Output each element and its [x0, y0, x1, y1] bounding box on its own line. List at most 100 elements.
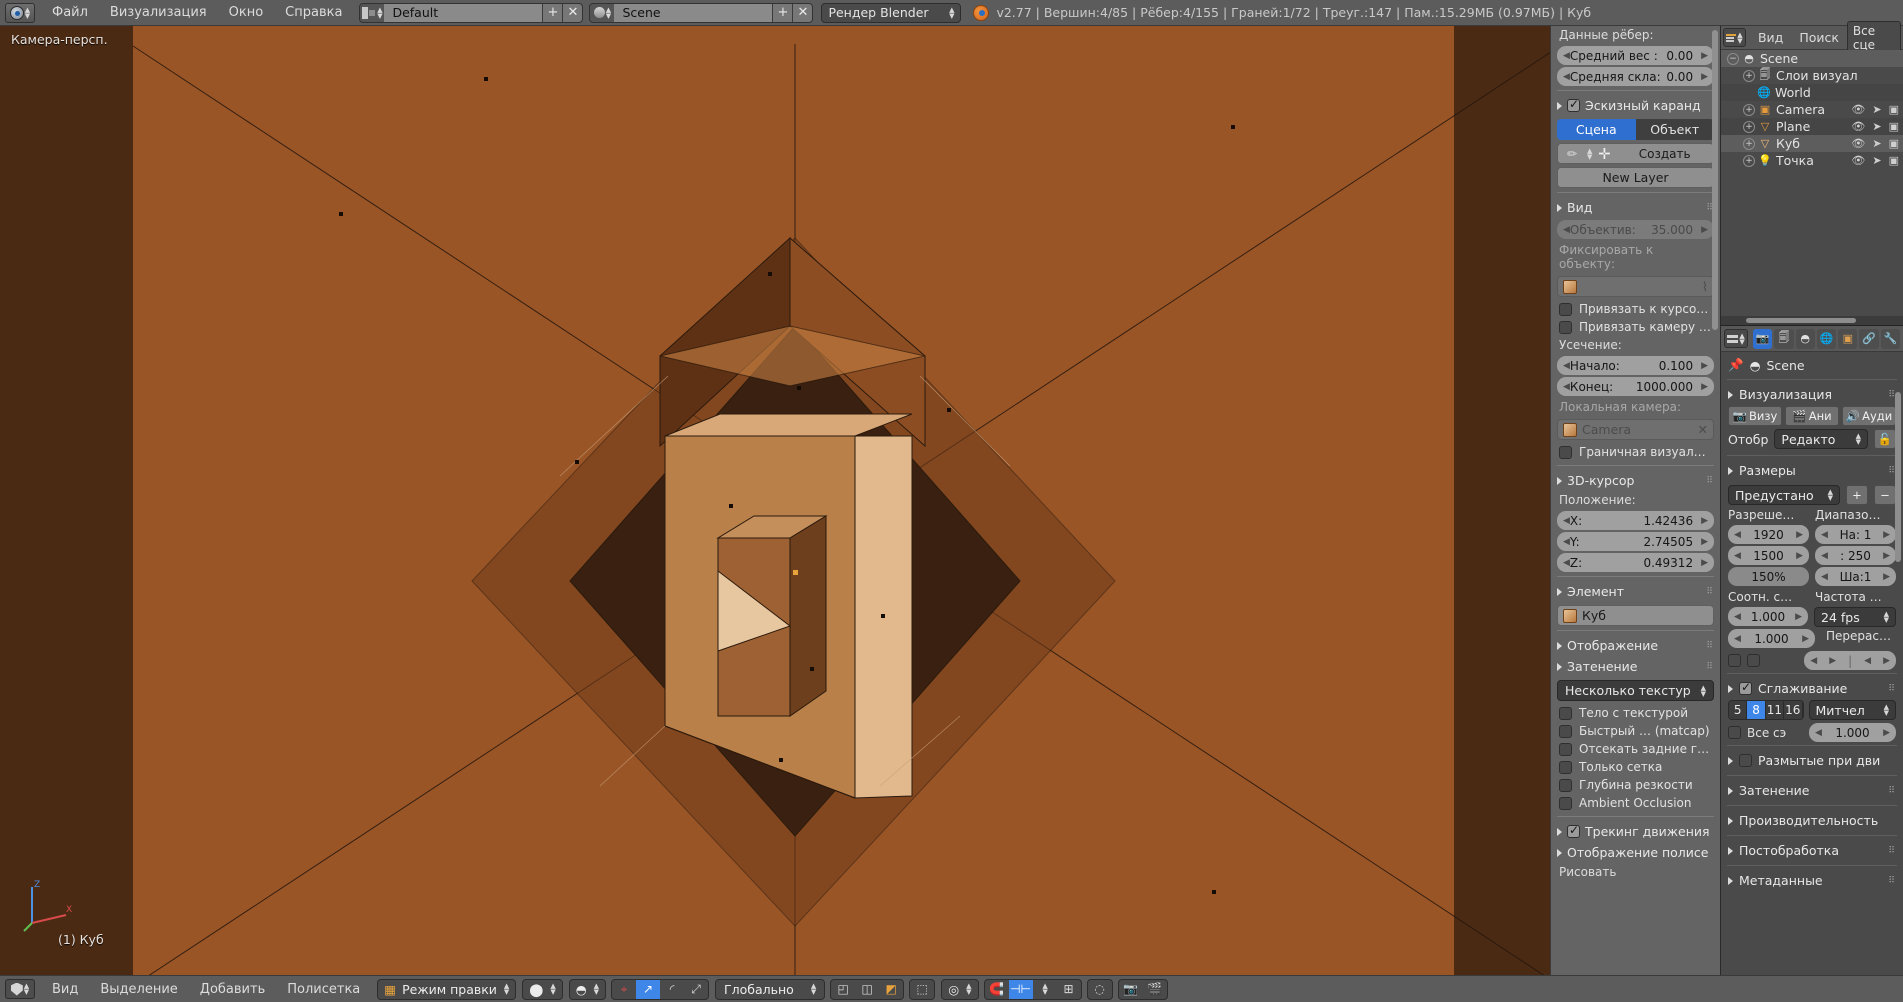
editor-type-icon[interactable]: ▲ ▼ [1723, 28, 1746, 47]
item-name-field[interactable]: Куб [1557, 605, 1714, 626]
render-animation-icon[interactable]: 🎬 [1143, 980, 1167, 999]
clip-end-field[interactable]: ◀ Конец: 1000.000 ▶ [1557, 377, 1714, 396]
menu-file[interactable]: Файл [41, 2, 99, 23]
render-buttons-row[interactable]: 📷 Визу 🎬 Ани 🔊 Ауди [1721, 406, 1903, 426]
expand-icon[interactable]: + [1743, 154, 1755, 167]
eyedropper-icon[interactable]: ⌇ [1702, 279, 1708, 294]
expand-icon[interactable]: + [1743, 120, 1755, 133]
lock-object-field[interactable]: ⌇ [1557, 276, 1714, 297]
performance-section-header[interactable]: Производительность [1721, 809, 1903, 832]
backface-culling-checkbox[interactable] [1559, 742, 1572, 756]
footer-menu-add[interactable]: Добавить [189, 979, 276, 1000]
lock-camera-row[interactable]: Привязать камеру … [1551, 318, 1720, 336]
outliner-row-lamp[interactable]: + 💡 Точка 👁 ➤ ▣ [1721, 152, 1903, 169]
render-preset-dropdown[interactable]: Предустано ▲ ▼ [1728, 485, 1840, 505]
screen-layout-selector[interactable]: ▲ ▼ Default + ✕ [359, 2, 584, 23]
pencil-icon[interactable]: ✏ [1558, 147, 1586, 161]
shading-section-header[interactable]: Затенение ⠿ [1551, 656, 1720, 677]
outliner-restrict-toggles[interactable]: 👁 ➤ ▣ [1851, 154, 1903, 167]
outliner-restrict-toggles[interactable]: 👁 ➤ ▣ [1851, 120, 1903, 133]
aa-samples-row[interactable]: 5 8 11 16 Митчел ▲ ▼ [1721, 700, 1903, 720]
delete-screen-layout-button[interactable]: ✕ [562, 3, 583, 22]
cursor-arrow-icon[interactable]: ➤ [1872, 154, 1881, 167]
aspect-x-field[interactable]: ◀ 1.000 ▶ [1728, 607, 1808, 626]
cursor-arrow-icon[interactable]: ➤ [1872, 120, 1881, 133]
tab-modifiers[interactable]: 🔧 [1880, 328, 1900, 349]
remove-preset-button[interactable]: − [1874, 485, 1896, 505]
snap-element-icon[interactable]: ⊞ [1057, 980, 1081, 999]
camera-restrict-icon[interactable]: ▣ [1889, 154, 1899, 167]
occlude-geometry-icon[interactable]: ⬚ [910, 980, 934, 999]
expand-icon[interactable]: + [1743, 69, 1755, 82]
outliner-tree[interactable]: − ◓ Scene + 🗐 Слои визуал 🌐 World + ▣ Ca… [1721, 50, 1903, 316]
collapse-icon[interactable]: − [1727, 52, 1739, 65]
interaction-mode-dropdown[interactable]: ▦ Режим правки ▲ ▼ [377, 978, 517, 1000]
eye-icon[interactable]: 👁 [1851, 103, 1865, 116]
lens-field[interactable]: ◀ Объектив: 35.000 ▶ [1557, 220, 1714, 239]
antialiasing-section-header[interactable]: Сглаживание ⠿ [1721, 677, 1903, 700]
postprocessing-section-header[interactable]: Постобработка ⠿ [1721, 839, 1903, 862]
motion-blur-section-header[interactable]: Размытые при дви [1721, 749, 1903, 772]
outliner-restrict-toggles[interactable]: 👁 ➤ ▣ [1851, 103, 1903, 116]
shading-option-textured-solid[interactable]: Тело с текстурой [1551, 704, 1720, 722]
mesh-display-header[interactable]: Отображение полисе [1551, 842, 1720, 863]
crop-checkbox[interactable] [1747, 654, 1760, 667]
lock-to-cursor-checkbox[interactable] [1559, 302, 1572, 316]
shading-option-only-render[interactable]: Только сетка [1551, 758, 1720, 776]
metadata-section-header[interactable]: Метаданные ⠿ [1721, 869, 1903, 892]
ao-checkbox[interactable] [1559, 796, 1572, 810]
outliner-menu-view[interactable]: Вид [1750, 28, 1791, 47]
scene-name-value[interactable]: Scene [614, 3, 773, 22]
lock-camera-checkbox[interactable] [1559, 320, 1572, 334]
motion-tracking-checkbox[interactable] [1567, 823, 1580, 838]
plus-icon[interactable]: ✛ [1592, 145, 1616, 163]
lock-to-cursor-row[interactable]: Привязать к курсо… [1551, 300, 1720, 318]
aa-filter-dropdown[interactable]: Митчел ▲ ▼ [1808, 700, 1896, 720]
preset-row[interactable]: Предустано ▲ ▼ + − [1721, 482, 1903, 508]
grease-pencil-tabs[interactable]: Сцена Объект [1557, 119, 1714, 140]
camera-restrict-icon[interactable]: ▣ [1889, 120, 1899, 133]
mesh-select-mode-group[interactable]: ◰ ◫ ◩ [830, 978, 905, 1000]
aspect-y-remap-row[interactable]: ◀ 1.000 ▶ Перерас… [1721, 629, 1903, 648]
scale-manipulator-icon[interactable]: ⤢ [684, 980, 708, 999]
cursor3d-header[interactable]: 3D-курсор ⠿ [1551, 470, 1720, 491]
transform-orientation-dropdown[interactable]: Глобально ▲ ▼ [715, 978, 826, 1000]
view-section-header[interactable]: Вид ⠿ [1551, 197, 1720, 218]
shading-mode-dropdown[interactable]: Несколько текстур ▲ ▼ [1557, 680, 1714, 701]
tab-render-layers[interactable]: 🗐 [1774, 328, 1794, 349]
item-section-header[interactable]: Элемент ⠿ [1551, 581, 1720, 602]
eye-icon[interactable]: 👁 [1851, 154, 1865, 167]
screen-layout-value[interactable]: Default [384, 3, 543, 22]
resolution-and-range-row2[interactable]: ◀ 1500 ▶ ◀: 250 ▶ [1721, 546, 1903, 565]
add-screen-layout-button[interactable]: + [542, 3, 563, 22]
editor-type-selector[interactable]: ▲ ▼ [5, 979, 35, 999]
snap-arrows-icon[interactable]: ▲ ▼ [1033, 980, 1057, 999]
resolution-x-field[interactable]: ◀ 1920 ▶ [1728, 525, 1809, 544]
render-section-header[interactable]: Визуализация ⠿ [1721, 383, 1903, 406]
display-mode-dropdown[interactable]: Редакто ▲ ▼ [1774, 429, 1868, 449]
resolution-and-range-row1[interactable]: ◀ 1920 ▶ ◀ На: 1 ▶ [1721, 525, 1903, 544]
cursor-y-field[interactable]: ◀ Y: 2.74505 ▶ [1557, 532, 1714, 551]
display-section-header[interactable]: Отображение ⠿ [1551, 635, 1720, 656]
pivot-point-dropdown[interactable]: ◎ ▲ ▼ [941, 978, 979, 1000]
render-border-row[interactable]: Граничная визуал… [1551, 443, 1720, 461]
properties-body[interactable]: 📌 ◓ Scene Визуализация ⠿ 📷 Визу 🎬 Ани 🔊 … [1721, 352, 1903, 975]
local-camera-field[interactable]: Camera ✕ [1557, 419, 1714, 440]
viewport-shading-dropdown[interactable]: ⬤ ▲ ▼ [522, 978, 563, 1000]
3d-viewport[interactable]: Камера-персп. (1) Куб X Z [0, 26, 1550, 975]
outliner-row-world[interactable]: 🌐 World [1721, 84, 1903, 101]
mean-weight-field[interactable]: ◀ Средний вес : 0.00 ▶ [1557, 46, 1714, 65]
viewport-side-panel[interactable]: Данные рёбер: ◀ Средний вес : 0.00 ▶ ◀ С… [1550, 26, 1720, 975]
frame-start-field[interactable]: ◀ На: 1 ▶ [1815, 525, 1896, 544]
gp-tab-object[interactable]: Объект [1635, 119, 1714, 140]
aa-samples-group[interactable]: 5 8 11 16 [1728, 700, 1804, 720]
tab-world[interactable]: 🌐 [1816, 328, 1837, 349]
grease-pencil-create-row[interactable]: ✏ ▲ ▼ ✛ Создать [1557, 143, 1714, 164]
outliner-menu-search[interactable]: Поиск [1791, 28, 1847, 47]
properties-scrollbar[interactable] [1895, 392, 1901, 562]
limit-selection-group[interactable]: ⬚ [909, 978, 936, 1000]
eye-icon[interactable]: 👁 [1851, 120, 1865, 133]
resolution-percentage-field[interactable]: 150% [1728, 567, 1809, 586]
border-crop-row[interactable]: ◀ ▶ | ◀ ▶ [1721, 651, 1903, 670]
editor-type-icon[interactable]: ▲ ▼ [1724, 329, 1749, 348]
